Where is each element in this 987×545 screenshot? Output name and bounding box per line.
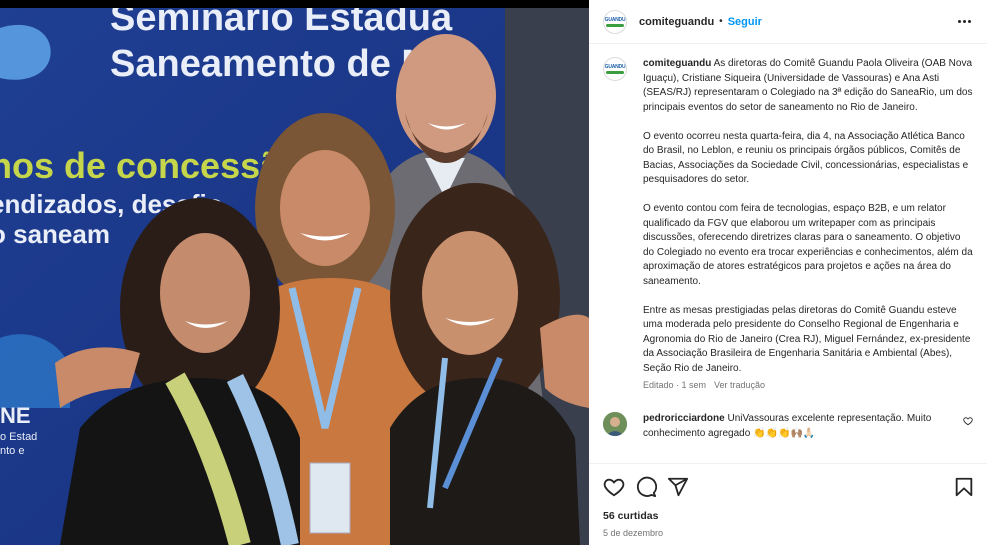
- like-comment-heart-icon[interactable]: [963, 416, 973, 426]
- commenter-avatar[interactable]: [603, 412, 627, 436]
- logo-swoosh: [606, 23, 624, 27]
- banner-line-5: o saneam: [0, 219, 110, 249]
- banner-side-1: NE: [0, 403, 31, 428]
- comment-icon[interactable]: [635, 476, 657, 498]
- more-dot: [963, 20, 966, 23]
- see-translation-link[interactable]: Ver tradução: [714, 380, 765, 390]
- banner-line-3: nos de concessã: [0, 145, 281, 186]
- comment-username[interactable]: pedroricciardone: [643, 413, 725, 424]
- logo-text: GUANDU: [604, 16, 626, 23]
- image-top-border: [0, 0, 589, 8]
- follow-button[interactable]: Seguir: [728, 16, 762, 28]
- logo-swoosh: [606, 71, 624, 74]
- more-dot: [968, 20, 971, 23]
- post-details-panel: GUANDU comiteguandu • Seguir GUANDU comi…: [589, 0, 987, 545]
- commenter-photo: [603, 412, 627, 436]
- separator-dot: •: [719, 16, 723, 27]
- edited-time: Editado · 1 sem: [643, 380, 707, 390]
- heart-icon[interactable]: [603, 476, 625, 498]
- bookmark-icon[interactable]: [953, 476, 975, 498]
- caption-paragraph-3: O evento contou com feira de tecnologias…: [643, 203, 973, 287]
- banner-side-2: o Estad: [0, 431, 37, 443]
- more-dot: [958, 20, 961, 23]
- action-icons: [589, 464, 987, 510]
- profile-avatar[interactable]: GUANDU: [603, 9, 627, 34]
- likes-count[interactable]: 56 curtidas: [589, 510, 987, 522]
- logo-text: GUANDU: [604, 64, 626, 70]
- caption-paragraph-1: comiteguandu As diretoras do Comitê Guan…: [643, 57, 973, 115]
- comment-body: pedroricciardone UniVassouras excelente …: [643, 412, 963, 441]
- caption-paragraph-4: Entre as mesas prestigiadas pelas direto…: [643, 304, 971, 374]
- comment-item: pedroricciardone UniVassouras excelente …: [603, 412, 973, 441]
- caption-username[interactable]: comiteguandu: [643, 58, 711, 69]
- caption-row: GUANDU comiteguandu As diretoras do Comi…: [603, 57, 973, 376]
- caption-paragraph-2: O evento ocorreu nesta quarta-feira, dia…: [643, 130, 969, 186]
- guandu-logo: GUANDU: [605, 17, 626, 27]
- banner-line-1: Seminário Estadua: [110, 8, 453, 39]
- post-caption: comiteguandu As diretoras do Comitê Guan…: [643, 57, 973, 376]
- post-date: 5 de dezembro: [603, 528, 664, 538]
- caption-meta: Editado · 1 sem Ver tradução: [643, 380, 973, 390]
- banner-side-3: nto e: [0, 445, 24, 457]
- share-icon[interactable]: [667, 476, 689, 498]
- event-photo: Seminário Estadua Saneamento de Me nos d…: [0, 8, 589, 545]
- caption-avatar[interactable]: GUANDU: [603, 57, 627, 81]
- header-username[interactable]: comiteguandu: [639, 16, 714, 28]
- comments-section[interactable]: GUANDU comiteguandu As diretoras do Comi…: [589, 45, 987, 463]
- guandu-logo: GUANDU: [605, 64, 626, 74]
- post-image[interactable]: Seminário Estadua Saneamento de Me nos d…: [0, 0, 589, 545]
- more-icon[interactable]: [954, 16, 975, 27]
- post-header: GUANDU comiteguandu • Seguir: [589, 0, 987, 44]
- post-actions: 56 curtidas 5 de dezembro: [589, 463, 987, 545]
- comment-emojis: 👏👏👏🙌🏽🙏🏻: [753, 427, 816, 439]
